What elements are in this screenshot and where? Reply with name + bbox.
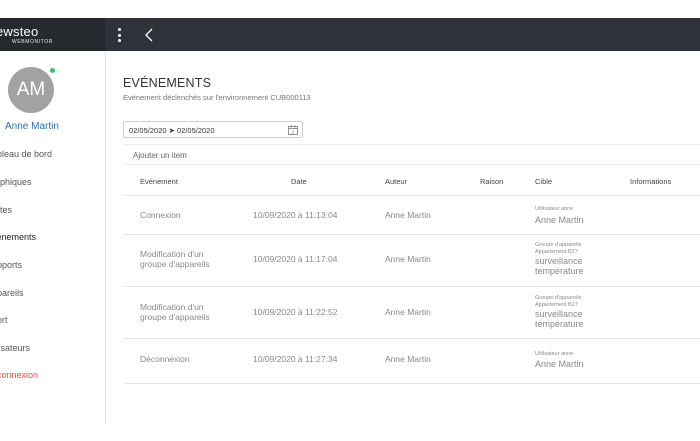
author-cell: Anne Martin (385, 307, 431, 317)
target-name-line2: température (535, 266, 584, 276)
event-cell: Déconnexion (140, 354, 190, 364)
table-header: Evénement Date Auteur Raison Cible Infor… (123, 168, 700, 196)
user-name[interactable]: Anne Martin (5, 121, 59, 132)
avatar-initials: AM (16, 79, 46, 100)
top-bar: ewsteo WEBMONITOR (0, 18, 700, 51)
table-row[interactable]: Modification d'un groupe d'appareils 10/… (123, 287, 700, 339)
app-window: ewsteo WEBMONITOR AM Anne Martin ableau … (0, 18, 700, 424)
target-name-line2: température (535, 319, 584, 329)
date-cell: 10/09/2020 à 11:27:34 (253, 354, 338, 364)
date-cell: 10/09/2020 à 11:22:52 (253, 307, 338, 317)
table-row[interactable]: Modification d'un groupe d'appareils 10/… (123, 235, 700, 287)
column-header-cible[interactable]: Cible (535, 177, 552, 186)
target-type: Utilisateur anne (535, 351, 574, 357)
event-cell-line1: Modification d'un (140, 249, 204, 259)
column-header-raison[interactable]: Raison (480, 177, 503, 186)
chevron-left-icon[interactable] (143, 27, 155, 43)
main-content: EVÉNEMENTS Evénement déclenchés sur l'en… (106, 51, 700, 424)
target-location: Appartement B27 (535, 249, 578, 255)
column-header-auteur[interactable]: Auteur (385, 177, 407, 186)
date-cell: 10/09/2020 à 11:13:04 (253, 210, 338, 220)
author-cell: Anne Martin (385, 210, 431, 220)
sidebar-item-rapports[interactable]: apports (0, 260, 22, 270)
event-cell-line1: Modification d'un (140, 302, 204, 312)
date-cell: 10/09/2020 à 11:17:04 (253, 254, 338, 264)
target-name-line1: surveillance (535, 309, 583, 319)
sidebar-item-alertes[interactable]: ertes (0, 205, 12, 215)
date-range-value: 02/05/2020 ➤ 02/05/2020 (129, 126, 215, 135)
sidebar: AM Anne Martin ableau de bord raphiques … (0, 51, 106, 424)
column-header-evenement[interactable]: Evénement (140, 177, 178, 186)
brand-logo: ewsteo (0, 24, 39, 39)
sidebar-item-export[interactable]: port (0, 315, 8, 325)
sidebar-item-tableau-de-bord[interactable]: ableau de bord (0, 149, 52, 159)
target-location: Appartement B27 (535, 302, 578, 308)
sidebar-item-evenements[interactable]: vénements (0, 232, 36, 242)
author-cell: Anne Martin (385, 354, 431, 364)
calendar-icon[interactable]: 2 (288, 125, 298, 135)
target-name-line1: surveillance (535, 256, 583, 266)
sidebar-item-graphiques[interactable]: raphiques (0, 177, 32, 187)
target-type: Utilisateur anne (535, 206, 574, 212)
author-cell: Anne Martin (385, 254, 431, 264)
event-cell-line2: groupe d'appareils (140, 312, 210, 322)
sidebar-item-utilisateurs[interactable]: tilisateurs (0, 343, 30, 353)
sidebar-item-appareils[interactable]: ppareils (0, 288, 24, 298)
add-item-row[interactable]: Ajouter un item (123, 144, 700, 165)
sidebar-item-deconnexion[interactable]: éconnexion (0, 370, 38, 380)
table-row[interactable]: Connexion 10/09/2020 à 11:13:04 Anne Mar… (123, 196, 700, 235)
kebab-menu-icon[interactable] (116, 27, 122, 43)
column-header-date[interactable]: Date (291, 177, 307, 186)
date-range-picker[interactable]: 02/05/2020 ➤ 02/05/2020 2 (123, 121, 303, 138)
avatar[interactable]: AM (8, 67, 54, 113)
target-type: Groupe d'appareils (535, 295, 582, 301)
target-name: Anne Martin (535, 215, 584, 225)
page-title: EVÉNEMENTS (123, 76, 212, 90)
event-cell: Connexion (140, 210, 181, 220)
target-name: Anne Martin (535, 359, 584, 369)
svg-text:2: 2 (292, 130, 295, 135)
column-header-informations[interactable]: Informations (630, 177, 671, 186)
online-status-dot (49, 67, 56, 74)
table-row[interactable]: Déconnexion 10/09/2020 à 11:27:34 Anne M… (123, 339, 700, 384)
target-type: Groupe d'appareils (535, 242, 582, 248)
brand-subtitle: WEBMONITOR (12, 39, 53, 45)
add-item-label: Ajouter un item (133, 151, 187, 160)
logo-area: ewsteo WEBMONITOR (0, 18, 105, 51)
page-subtitle: Evénement déclenchés sur l'environnement… (123, 93, 311, 102)
event-cell-line2: groupe d'appareils (140, 259, 210, 269)
